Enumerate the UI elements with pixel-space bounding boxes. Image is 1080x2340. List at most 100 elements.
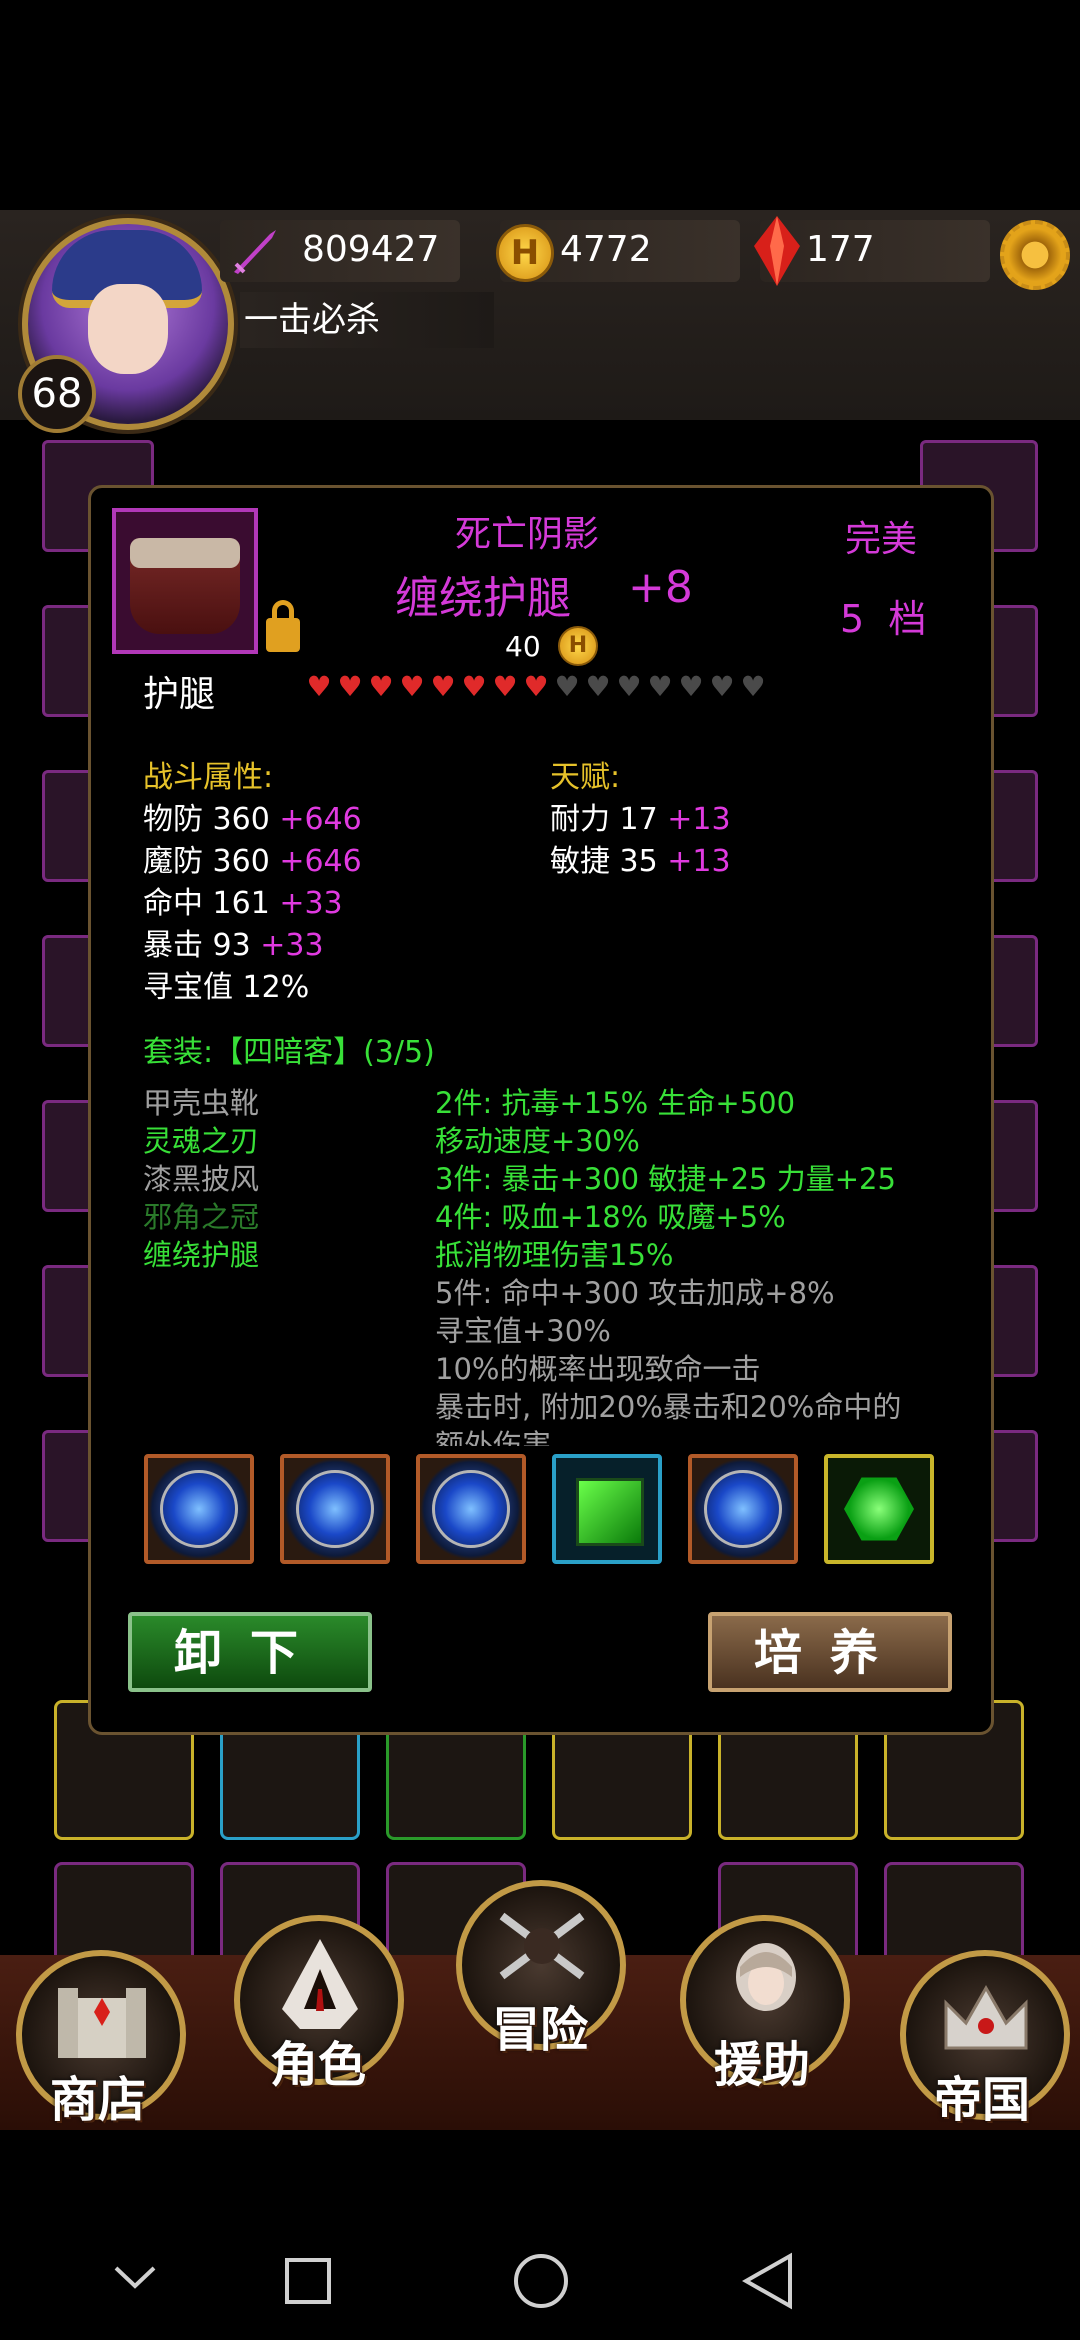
home-circle-icon[interactable] [512, 2252, 570, 2310]
green-hex-gem-icon [844, 1477, 914, 1541]
talent-stat-label: 耐力 17 [550, 802, 658, 837]
item-tier-value: 5 [840, 597, 865, 641]
heart-empty-icon: ♥ [709, 670, 735, 703]
set-piece: 甲壳虫靴 [143, 1086, 260, 1120]
player-title: 一击必杀 [240, 292, 494, 348]
blue-rune-gem-icon [160, 1470, 238, 1548]
leggings-waist [130, 538, 240, 568]
talent-stat-label: 敏捷 35 [550, 844, 658, 879]
set-bonuses-list[interactable]: 2件: 抗毒+15% 生命+500 移动速度+30% 3件: 暴击+300 敏捷+2… [435, 1080, 980, 1446]
set-piece: 漆黑披风 [143, 1162, 260, 1196]
set-bonus: 5件: 命中+300 攻击加成+8% [435, 1276, 835, 1310]
set-bonus: 2件: 抗毒+15% 生命+500 [435, 1086, 796, 1120]
combat-stats-heading: 战斗属性: [143, 760, 274, 795]
hooded-figure-icon [282, 1939, 358, 2029]
blue-rune-gem-icon [296, 1470, 374, 1548]
talent-heading: 天赋: [550, 760, 621, 795]
settings-gear-icon[interactable] [1000, 220, 1070, 290]
crossed-swords-icon [499, 1912, 585, 1980]
combat-stat-bonus: +33 [269, 886, 343, 921]
heart-empty-icon: ♥ [585, 670, 611, 703]
attack-power-value: 809427 [302, 229, 440, 270]
crown-icon [944, 1984, 1028, 2050]
avatar-face [88, 284, 168, 374]
combat-stat-row: 魔防 360 +646 [143, 836, 543, 879]
red-gem-icon [754, 216, 800, 286]
heart-filled-icon: ♥ [337, 670, 363, 703]
nav-character-label: 角色 [270, 2037, 367, 2093]
talent-stat-bonus: +13 [657, 802, 731, 837]
nav-assist-label: 援助 [714, 2037, 811, 2093]
set-bonus: 额外伤害 [435, 1428, 552, 1446]
back-triangle-icon[interactable] [742, 2252, 794, 2310]
nav-empire-label: 帝国 [934, 2072, 1031, 2128]
sword-icon [234, 230, 276, 274]
blue-rune-gem-icon [432, 1470, 510, 1548]
set-piece: 灵魂之刃 [143, 1124, 260, 1158]
player-level-badge: 68 [18, 355, 96, 433]
heart-empty-icon: ♥ [554, 670, 580, 703]
item-tier-unit: 档 [888, 597, 927, 641]
combat-stat-bonus: +33 [250, 928, 324, 963]
socket-6[interactable] [824, 1454, 934, 1564]
socket-3[interactable] [416, 1454, 526, 1564]
durability-hearts: ♥ ♥ ♥ ♥ ♥ ♥ ♥ ♥ ♥ ♥ ♥ ♥ ♥ ♥ ♥ [305, 673, 785, 703]
set-bonus: 抵消物理伤害15% [435, 1238, 674, 1272]
heart-empty-icon: ♥ [678, 670, 704, 703]
set-bonus: 寻宝值+30% [435, 1314, 611, 1348]
combat-stats-list: 物防 360 +646 魔防 360 +646 命中 161 +33 暴击 93 +3… [143, 794, 543, 1005]
combat-stat-label: 寻宝值 12% [143, 970, 310, 1005]
talent-stat-row: 耐力 17 +13 [550, 794, 950, 837]
blue-rune-gem-icon [704, 1470, 782, 1548]
item-quality: 完美 [845, 519, 918, 560]
price-coin-icon: H [558, 626, 598, 666]
combat-stat-bonus: +646 [269, 802, 362, 837]
socket-5[interactable] [688, 1454, 798, 1564]
heart-filled-icon: ♥ [523, 670, 549, 703]
set-bonus: 10%的概率出现致命一击 [435, 1352, 761, 1386]
item-price: 40 [505, 630, 541, 663]
gold-value: 4772 [560, 229, 652, 270]
combat-stat-row: 寻宝值 12% [143, 962, 543, 1005]
combat-stat-label: 命中 161 [143, 886, 270, 921]
companion-portrait-icon [736, 1943, 796, 2011]
recents-square-icon[interactable] [283, 2256, 333, 2306]
talent-stat-row: 敏捷 35 +13 [550, 836, 950, 879]
set-pieces-list: 甲壳虫靴灵魂之刃漆黑披风邪角之冠缠绕护腿 [143, 1080, 423, 1272]
gem-value: 177 [806, 229, 875, 270]
heart-filled-icon: ♥ [399, 670, 425, 703]
socket-1[interactable] [144, 1454, 254, 1564]
set-piece: 邪角之冠 [143, 1200, 260, 1234]
set-bonus: 移动速度+30% [435, 1124, 640, 1158]
combat-stat-row: 命中 161 +33 [143, 878, 543, 921]
green-square-gem-icon [576, 1478, 644, 1546]
combat-stat-bonus: +646 [269, 844, 362, 879]
talent-list: 耐力 17 +13 敏捷 35 +13 [550, 794, 950, 879]
set-heading: 套装:【四暗客】(3/5) [143, 1035, 435, 1070]
item-name: 缠绕护腿 [395, 573, 571, 624]
combat-stat-label: 魔防 360 [143, 844, 270, 879]
set-bonus: 4件: 吸血+18% 吸魔+5% [435, 1200, 786, 1234]
gold-coin-icon: H [496, 224, 554, 282]
heart-filled-icon: ♥ [461, 670, 487, 703]
heart-empty-icon: ♥ [647, 670, 673, 703]
heart-filled-icon: ♥ [430, 670, 456, 703]
nav-shop-label: 商店 [50, 2072, 147, 2128]
heart-filled-icon: ♥ [306, 670, 332, 703]
socket-4[interactable] [552, 1454, 662, 1564]
item-name-prefix: 死亡阴影 [455, 514, 600, 555]
combat-stat-row: 暴击 93 +33 [143, 920, 543, 963]
unequip-button[interactable]: 卸下 [128, 1612, 372, 1692]
set-bonus: 3件: 暴击+300 敏捷+25 力量+25 [435, 1162, 896, 1196]
combat-stat-label: 暴击 93 [143, 928, 251, 963]
combat-stat-row: 物防 360 +646 [143, 794, 543, 837]
nav-adventure-label: 冒险 [492, 2002, 589, 2058]
cultivate-button[interactable]: 培养 [708, 1612, 952, 1692]
talent-stat-bonus: +13 [657, 844, 731, 879]
socket-2[interactable] [280, 1454, 390, 1564]
lock-icon[interactable] [266, 618, 300, 652]
set-piece: 缠绕护腿 [143, 1238, 260, 1272]
set-bonus: 暴击时, 附加20%暴击和20%命中的 [435, 1390, 902, 1424]
item-tier: 5 档 [840, 588, 926, 643]
chevron-down-icon[interactable] [112, 2262, 158, 2292]
